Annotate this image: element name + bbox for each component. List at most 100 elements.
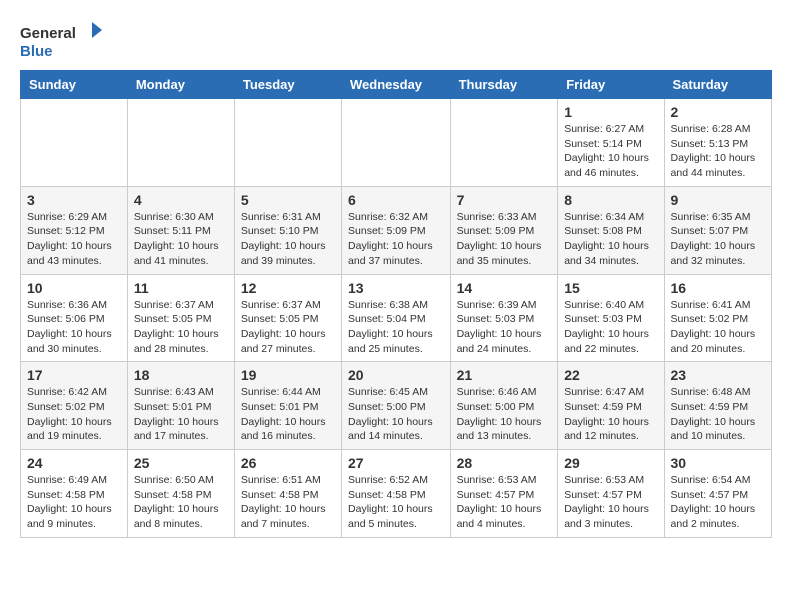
weekday-header-row: SundayMondayTuesdayWednesdayThursdayFrid… (21, 71, 772, 99)
day-number: 10 (27, 280, 121, 296)
weekday-header-tuesday: Tuesday (234, 71, 341, 99)
day-info: Sunrise: 6:30 AM Sunset: 5:11 PM Dayligh… (134, 210, 228, 269)
svg-text:Blue: Blue (20, 43, 53, 60)
calendar-cell: 29Sunrise: 6:53 AM Sunset: 4:57 PM Dayli… (558, 450, 664, 538)
day-number: 20 (348, 367, 444, 383)
day-info: Sunrise: 6:53 AM Sunset: 4:57 PM Dayligh… (457, 473, 552, 532)
calendar-cell: 22 Sunrise: 6:47 AM Sunset: 4:59 PM Dayli… (558, 362, 664, 450)
calendar-cell: 7 Sunrise: 6:33 AM Sunset: 5:09 PM Daylig… (450, 186, 558, 274)
calendar-cell: 8 Sunrise: 6:34 AM Sunset: 5:08 PM Daylig… (558, 186, 664, 274)
day-info: Sunrise: 6:37 AM Sunset: 5:05 PM Dayligh… (241, 298, 335, 357)
weekday-header-wednesday: Wednesday (342, 71, 451, 99)
calendar-cell: 6 Sunrise: 6:32 AM Sunset: 5:09 PM Daylig… (342, 186, 451, 274)
day-info: Sunrise: 6:43 AM Sunset: 5:01 PM Dayligh… (134, 385, 228, 444)
day-number: 28 (457, 455, 552, 471)
day-info: Sunrise: 6:35 AM Sunset: 5:07 PM Dayligh… (671, 210, 765, 269)
calendar-cell (127, 99, 234, 187)
calendar-cell: 12 Sunrise: 6:37 AM Sunset: 5:05 PM Dayli… (234, 274, 341, 362)
day-number: 3 (27, 192, 121, 208)
day-number: 5 (241, 192, 335, 208)
day-info: Sunrise: 6:36 AM Sunset: 5:06 PM Dayligh… (27, 298, 121, 357)
weekday-header-sunday: Sunday (21, 71, 128, 99)
calendar-cell: 30 Sunrise: 6:54 AM Sunset: 4:57 PM Dayli… (664, 450, 771, 538)
calendar-cell: 1 Sunrise: 6:27 AM Sunset: 5:14 PM Daylig… (558, 99, 664, 187)
calendar: SundayMondayTuesdayWednesdayThursdayFrid… (20, 70, 772, 538)
day-number: 23 (671, 367, 765, 383)
day-number: 27 (348, 455, 444, 471)
svg-text:General: General (20, 25, 76, 42)
calendar-cell: 27 Sunrise: 6:52 AM Sunset: 4:58 PM Dayli… (342, 450, 451, 538)
calendar-cell: 28 Sunrise: 6:53 AM Sunset: 4:57 PM Dayli… (450, 450, 558, 538)
day-info: Sunrise: 6:47 AM Sunset: 4:59 PM Dayligh… (564, 385, 657, 444)
day-number: 12 (241, 280, 335, 296)
weekday-header-monday: Monday (127, 71, 234, 99)
day-info: Sunrise: 6:29 AM Sunset: 5:12 PM Dayligh… (27, 210, 121, 269)
calendar-cell: 15Sunrise: 6:40 AM Sunset: 5:03 PM Dayli… (558, 274, 664, 362)
day-number: 6 (348, 192, 444, 208)
day-info: Sunrise: 6:28 AM Sunset: 5:13 PM Dayligh… (671, 122, 765, 181)
day-number: 26 (241, 455, 335, 471)
day-number: 16 (671, 280, 765, 296)
calendar-cell: 25 Sunrise: 6:50 AM Sunset: 4:58 PM Dayli… (127, 450, 234, 538)
logo-svg: General Blue (20, 20, 110, 60)
calendar-cell: 26Sunrise: 6:51 AM Sunset: 4:58 PM Dayli… (234, 450, 341, 538)
calendar-cell: 2 Sunrise: 6:28 AM Sunset: 5:13 PM Daylig… (664, 99, 771, 187)
calendar-cell (342, 99, 451, 187)
calendar-cell: 3 Sunrise: 6:29 AM Sunset: 5:12 PM Daylig… (21, 186, 128, 274)
page-header: General Blue (20, 20, 772, 60)
logo: General Blue (20, 20, 110, 60)
calendar-cell: 4 Sunrise: 6:30 AM Sunset: 5:11 PM Daylig… (127, 186, 234, 274)
calendar-week-row: 17Sunrise: 6:42 AM Sunset: 5:02 PM Dayli… (21, 362, 772, 450)
calendar-cell (21, 99, 128, 187)
day-info: Sunrise: 6:49 AM Sunset: 4:58 PM Dayligh… (27, 473, 121, 532)
day-number: 7 (457, 192, 552, 208)
day-info: Sunrise: 6:52 AM Sunset: 4:58 PM Dayligh… (348, 473, 444, 532)
calendar-cell: 19Sunrise: 6:44 AM Sunset: 5:01 PM Dayli… (234, 362, 341, 450)
day-info: Sunrise: 6:50 AM Sunset: 4:58 PM Dayligh… (134, 473, 228, 532)
calendar-cell: 18 Sunrise: 6:43 AM Sunset: 5:01 PM Dayli… (127, 362, 234, 450)
calendar-week-row: 3 Sunrise: 6:29 AM Sunset: 5:12 PM Daylig… (21, 186, 772, 274)
day-number: 25 (134, 455, 228, 471)
day-info: Sunrise: 6:54 AM Sunset: 4:57 PM Dayligh… (671, 473, 765, 532)
calendar-cell: 13 Sunrise: 6:38 AM Sunset: 5:04 PM Dayli… (342, 274, 451, 362)
calendar-cell: 16 Sunrise: 6:41 AM Sunset: 5:02 PM Dayli… (664, 274, 771, 362)
day-info: Sunrise: 6:32 AM Sunset: 5:09 PM Dayligh… (348, 210, 444, 269)
day-number: 14 (457, 280, 552, 296)
calendar-cell: 20 Sunrise: 6:45 AM Sunset: 5:00 PM Dayli… (342, 362, 451, 450)
calendar-cell: 23 Sunrise: 6:48 AM Sunset: 4:59 PM Dayli… (664, 362, 771, 450)
day-number: 13 (348, 280, 444, 296)
day-info: Sunrise: 6:33 AM Sunset: 5:09 PM Dayligh… (457, 210, 552, 269)
day-info: Sunrise: 6:38 AM Sunset: 5:04 PM Dayligh… (348, 298, 444, 357)
day-number: 30 (671, 455, 765, 471)
day-number: 8 (564, 192, 657, 208)
day-info: Sunrise: 6:27 AM Sunset: 5:14 PM Dayligh… (564, 122, 657, 181)
weekday-header-thursday: Thursday (450, 71, 558, 99)
day-info: Sunrise: 6:37 AM Sunset: 5:05 PM Dayligh… (134, 298, 228, 357)
calendar-week-row: 1 Sunrise: 6:27 AM Sunset: 5:14 PM Daylig… (21, 99, 772, 187)
calendar-cell (450, 99, 558, 187)
day-number: 1 (564, 104, 657, 120)
day-info: Sunrise: 6:45 AM Sunset: 5:00 PM Dayligh… (348, 385, 444, 444)
day-info: Sunrise: 6:39 AM Sunset: 5:03 PM Dayligh… (457, 298, 552, 357)
calendar-cell: 11 Sunrise: 6:37 AM Sunset: 5:05 PM Dayli… (127, 274, 234, 362)
calendar-cell: 14 Sunrise: 6:39 AM Sunset: 5:03 PM Dayli… (450, 274, 558, 362)
day-number: 2 (671, 104, 765, 120)
day-info: Sunrise: 6:41 AM Sunset: 5:02 PM Dayligh… (671, 298, 765, 357)
day-number: 15 (564, 280, 657, 296)
calendar-cell: 5Sunrise: 6:31 AM Sunset: 5:10 PM Daylig… (234, 186, 341, 274)
day-info: Sunrise: 6:46 AM Sunset: 5:00 PM Dayligh… (457, 385, 552, 444)
day-number: 21 (457, 367, 552, 383)
calendar-week-row: 24Sunrise: 6:49 AM Sunset: 4:58 PM Dayli… (21, 450, 772, 538)
day-number: 4 (134, 192, 228, 208)
calendar-cell: 10 Sunrise: 6:36 AM Sunset: 5:06 PM Dayli… (21, 274, 128, 362)
day-number: 9 (671, 192, 765, 208)
weekday-header-saturday: Saturday (664, 71, 771, 99)
day-info: Sunrise: 6:34 AM Sunset: 5:08 PM Dayligh… (564, 210, 657, 269)
calendar-cell: 21 Sunrise: 6:46 AM Sunset: 5:00 PM Dayli… (450, 362, 558, 450)
calendar-cell: 17Sunrise: 6:42 AM Sunset: 5:02 PM Dayli… (21, 362, 128, 450)
day-info: Sunrise: 6:48 AM Sunset: 4:59 PM Dayligh… (671, 385, 765, 444)
day-number: 22 (564, 367, 657, 383)
day-number: 11 (134, 280, 228, 296)
day-number: 18 (134, 367, 228, 383)
day-info: Sunrise: 6:53 AM Sunset: 4:57 PM Dayligh… (564, 473, 657, 532)
